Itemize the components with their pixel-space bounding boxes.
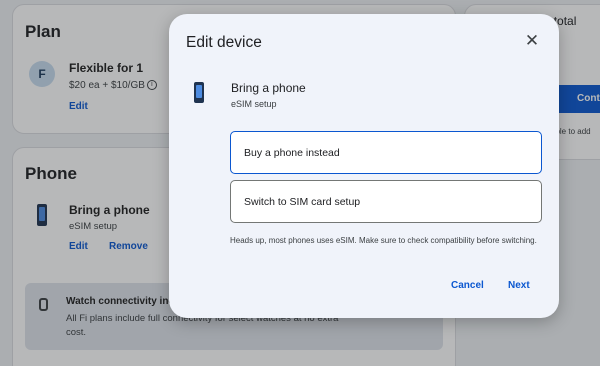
close-icon[interactable]: ✕ [523, 32, 541, 50]
sim-card-option[interactable]: Switch to SIM card setup [230, 180, 542, 223]
dialog-device-name: Bring a phone [231, 81, 306, 95]
dialog-title: Edit device [186, 34, 262, 51]
esim-note: Heads up, most phones uses eSIM. Make su… [230, 236, 537, 245]
dialog-device-sub: eSIM setup [231, 99, 277, 109]
smartphone-icon [194, 82, 204, 103]
cancel-button[interactable]: Cancel [451, 280, 484, 291]
buy-phone-option[interactable]: Buy a phone instead [230, 131, 542, 174]
edit-device-dialog: Edit device ✕ Bring a phone eSIM setup B… [169, 14, 559, 318]
next-button[interactable]: Next [508, 280, 530, 291]
